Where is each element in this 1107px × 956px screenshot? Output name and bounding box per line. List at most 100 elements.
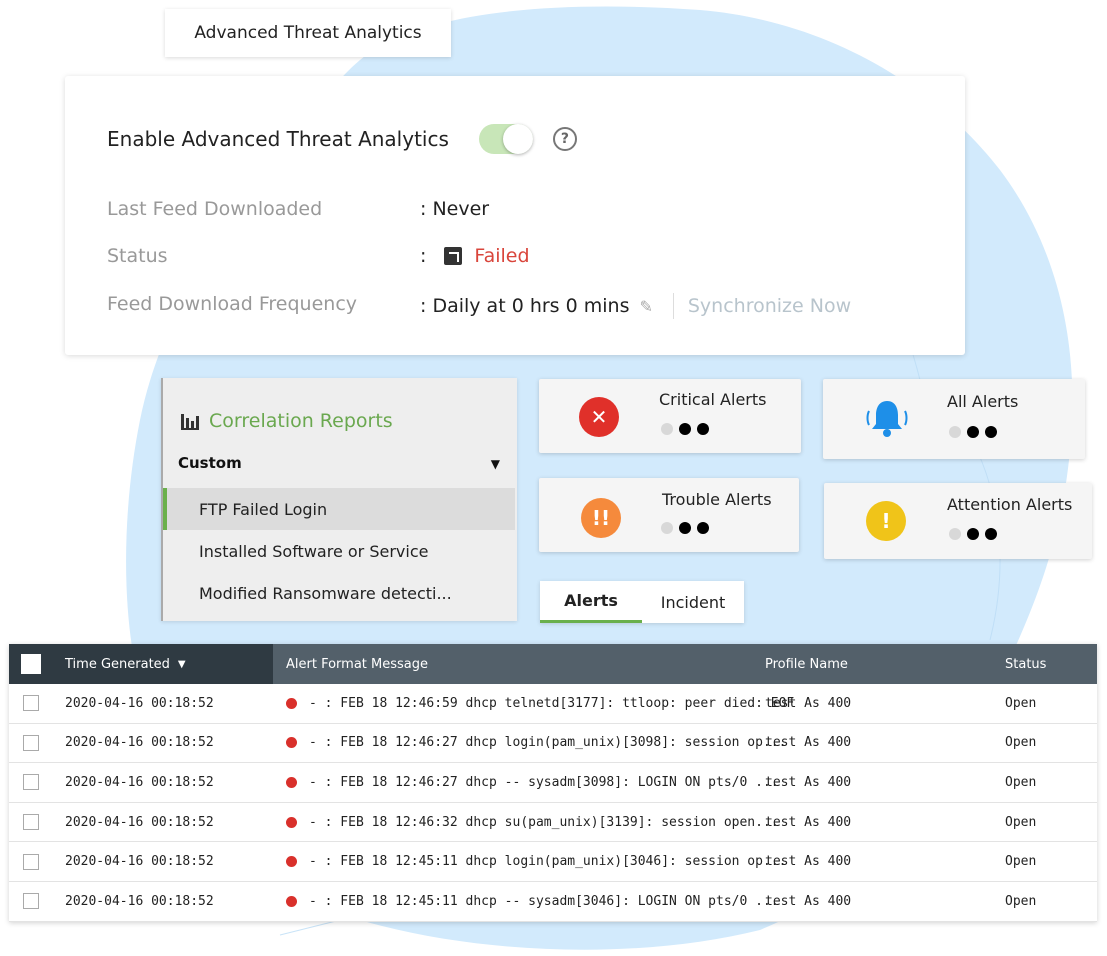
attention-alerts-label: Attention Alerts [947,495,1073,514]
severity-dot-icon [286,776,297,788]
tab-advanced-threat-analytics[interactable]: Advanced Threat Analytics [165,9,451,57]
severity-dot-icon [286,697,297,709]
row-checkbox[interactable] [23,734,39,751]
table-row[interactable]: 2020-04-16 00:18:52 - : FEB 18 12:46:59 d… [9,684,1097,724]
row-message[interactable]: - : FEB 18 12:46:27 dhcp -- sysadm[3098]… [286,775,779,790]
bell-icon [866,401,908,437]
synchronize-now-link[interactable]: Synchronize Now [688,295,851,317]
row-time: 2020-04-16 00:18:52 [65,695,214,711]
row-time: 2020-04-16 00:18:52 [65,893,214,909]
row-checkbox-cell [9,695,53,712]
tab-incident[interactable]: Incident [642,581,744,623]
table-header: Time Generated ▼ Alert Format Message Pr… [9,644,1097,684]
tab-label: Advanced Threat Analytics [194,23,422,43]
all-alerts-card[interactable]: All Alerts [823,379,1085,459]
status-label: Status [107,245,168,267]
external-link-icon [444,247,463,265]
row-checkbox-cell [9,814,53,831]
row-checkbox[interactable] [23,695,39,712]
correlation-reports-title: Correlation Reports [181,410,393,432]
double-exclamation-icon: !! [581,498,621,538]
table-row[interactable]: 2020-04-16 00:18:52 - : FEB 18 12:45:11 d… [9,882,1097,922]
attention-alerts-card[interactable]: ! Attention Alerts [824,483,1092,559]
table-row[interactable]: 2020-04-16 00:18:52 - : FEB 18 12:45:11 d… [9,842,1097,882]
report-item-label: Modified Ransomware detecti... [199,583,452,603]
row-message[interactable]: - : FEB 18 12:45:11 dhcp login(pam_unix)… [286,854,786,869]
row-time: 2020-04-16 00:18:52 [65,814,214,830]
select-all-checkbox[interactable] [21,654,41,674]
column-alert-message[interactable]: Alert Format Message [286,657,428,672]
pencil-icon[interactable]: ✎ [639,297,652,316]
sort-desc-icon: ▼ [177,658,186,670]
critical-alerts-card[interactable]: ✕ Critical Alerts [539,379,801,453]
row-checkbox-cell [9,734,53,751]
tab-incident-label: Incident [660,592,726,612]
enable-ata-toggle[interactable] [478,124,533,154]
row-message-text: - : FEB 18 12:46:32 dhcp su(pam_unix)[31… [309,814,779,830]
status-failed-text: Failed [474,245,530,267]
frequency-value: : Daily at 0 hrs 0 mins ✎ Synchronize No… [420,293,851,319]
row-checkbox[interactable] [23,853,39,870]
row-message-text: - : FEB 18 12:46:27 dhcp -- sysadm[3098]… [309,774,779,790]
frequency-label: Feed Download Frequency [107,293,358,315]
table-body: 2020-04-16 00:18:52 - : FEB 18 12:46:59 d… [9,684,1097,922]
custom-label: Custom [178,454,242,472]
header-checkbox-cell [9,644,53,684]
row-time: 2020-04-16 00:18:52 [65,735,214,751]
x-circle-icon: ✕ [579,397,619,437]
severity-dot-icon [286,737,297,749]
exclamation-icon: ! [866,501,906,541]
row-message[interactable]: - : FEB 18 12:45:11 dhcp -- sysadm[3046]… [286,894,779,909]
enable-label: Enable Advanced Threat Analytics [107,127,449,151]
trouble-alerts-card[interactable]: !! Trouble Alerts [539,478,799,552]
loading-dots [949,528,997,540]
tab-alerts[interactable]: Alerts [540,581,642,623]
enable-row: Enable Advanced Threat Analytics ? [107,124,577,154]
last-feed-label: Last Feed Downloaded [107,198,323,220]
report-item-label: Installed Software or Service [199,541,429,561]
trouble-glyph: !! [591,506,611,530]
last-feed-value: : Never [420,198,490,220]
bar-chart-icon [181,412,199,430]
table-row[interactable]: 2020-04-16 00:18:52 - : FEB 18 12:46:27 d… [9,724,1097,764]
severity-dot-icon [286,856,297,868]
column-profile-name[interactable]: Profile Name [765,657,848,672]
caret-down-icon: ▼ [490,457,500,471]
help-icon[interactable]: ? [552,127,577,151]
row-checkbox[interactable] [23,893,39,910]
row-message[interactable]: - : FEB 18 12:46:27 dhcp login(pam_unix)… [286,735,786,750]
column-time-label: Time Generated [65,656,170,672]
column-status[interactable]: Status [1005,657,1046,672]
status-colon: : [420,245,427,267]
row-message[interactable]: - : FEB 18 12:46:32 dhcp su(pam_unix)[31… [286,815,779,830]
table-row[interactable]: 2020-04-16 00:18:52 - : FEB 18 12:46:32 d… [9,803,1097,843]
table-row[interactable]: 2020-04-16 00:18:52 - : FEB 18 12:46:27 d… [9,763,1097,803]
row-checkbox[interactable] [23,774,39,791]
correlation-reports-panel: Correlation Reports Custom ▼ FTP Failed … [161,378,517,621]
help-glyph: ? [560,131,569,147]
report-item[interactable]: Modified Ransomware detecti... [163,572,515,614]
frequency-text: : Daily at 0 hrs 0 mins [420,295,630,317]
row-message-text: - : FEB 18 12:45:11 dhcp login(pam_unix)… [309,854,787,870]
loading-dots [661,522,709,534]
tab-alerts-label: Alerts [564,591,618,610]
row-profile: test As 400 [765,695,852,711]
status-value: : Failed [420,245,530,267]
row-checkbox[interactable] [23,814,39,831]
report-item[interactable]: Installed Software or Service [163,530,515,572]
column-time-generated[interactable]: Time Generated ▼ [53,644,273,684]
row-status: Open [1005,735,1037,751]
all-alerts-label: All Alerts [947,392,1019,411]
row-message[interactable]: - : FEB 18 12:46:59 dhcp telnetd[3177]: … [286,696,794,711]
custom-dropdown[interactable]: Custom ▼ [178,454,500,472]
severity-dot-icon [286,816,297,828]
report-item[interactable]: FTP Failed Login [163,488,515,530]
report-item-label: FTP Failed Login [199,499,328,519]
alerts-incident-tabs: Alerts Incident [540,581,744,623]
row-profile: test As 400 [765,814,852,830]
critical-glyph: ✕ [590,405,608,429]
divider [672,293,674,319]
row-profile: test As 400 [765,774,852,790]
row-checkbox-cell [9,853,53,870]
row-status: Open [1005,774,1037,790]
